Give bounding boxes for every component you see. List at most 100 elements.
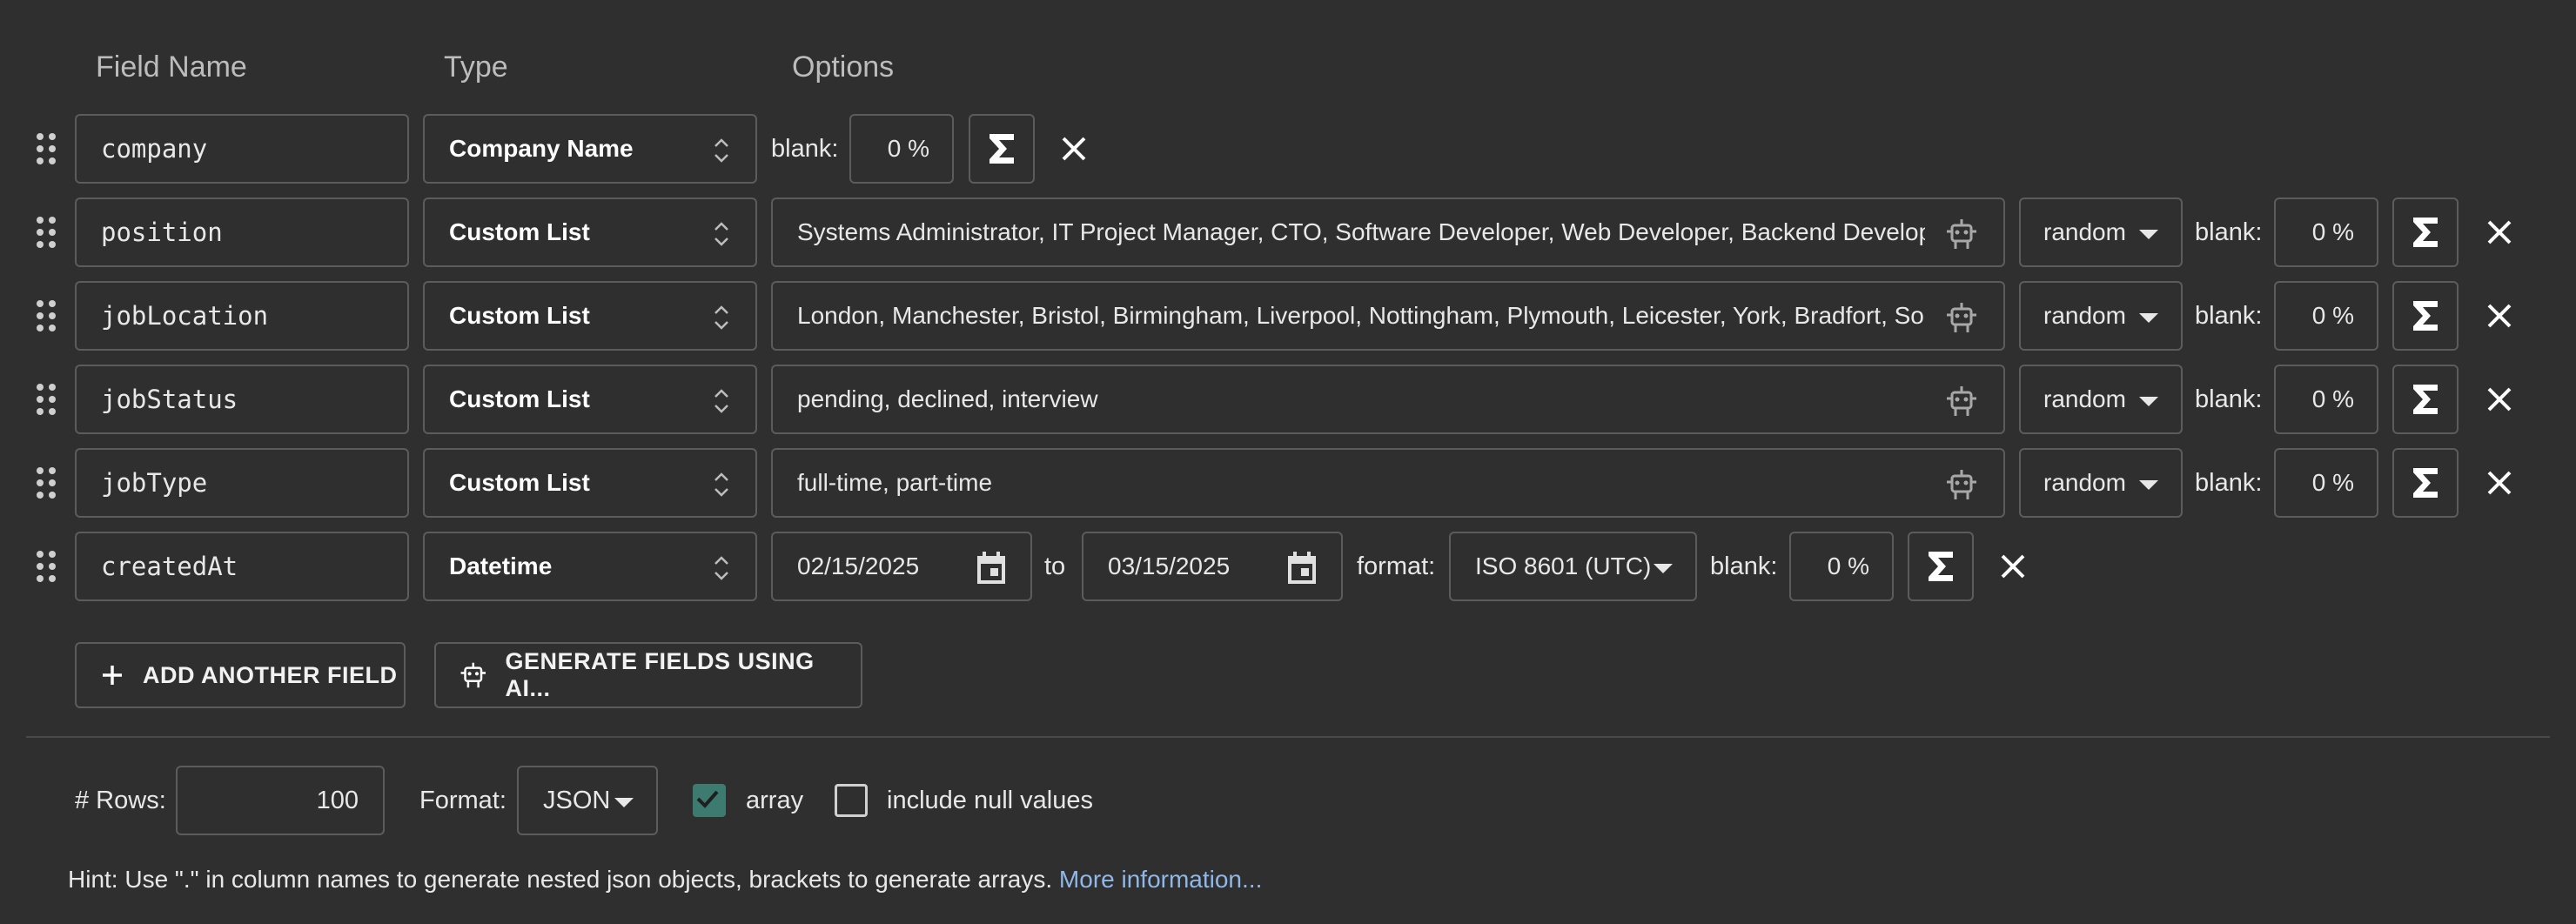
sigma-icon bbox=[2413, 468, 2438, 498]
up-down-arrows-icon bbox=[714, 389, 728, 413]
output-format-select[interactable]: JSON bbox=[517, 766, 658, 835]
blank-percent-input[interactable]: 0 % bbox=[2274, 365, 2378, 434]
field-type-select[interactable]: Company Name bbox=[423, 114, 757, 184]
date-format-value: ISO 8601 (UTC) bbox=[1475, 552, 1652, 579]
robot-icon[interactable] bbox=[1944, 467, 1979, 502]
field-type-select[interactable]: Custom List bbox=[423, 281, 757, 351]
drag-handle-icon[interactable] bbox=[33, 464, 59, 502]
calendar-icon[interactable] bbox=[975, 551, 1008, 586]
sigma-button[interactable] bbox=[2392, 365, 2459, 434]
order-select[interactable]: random bbox=[2019, 281, 2183, 351]
robot-icon[interactable] bbox=[1944, 300, 1979, 335]
sigma-button[interactable] bbox=[2392, 281, 2459, 351]
field-row: jobStatus Custom List pending, declined,… bbox=[0, 365, 2576, 434]
blank-percent-input[interactable]: 0 % bbox=[849, 114, 954, 184]
field-name-input[interactable]: jobType bbox=[75, 448, 409, 518]
field-name-input[interactable]: jobStatus bbox=[75, 365, 409, 434]
blank-percent-input[interactable]: 0 % bbox=[1789, 532, 1894, 601]
blank-label: blank: bbox=[2195, 218, 2263, 246]
field-type-select[interactable]: Datetime bbox=[423, 532, 757, 601]
array-checkbox[interactable] bbox=[693, 784, 726, 817]
up-down-arrows-icon bbox=[714, 472, 728, 497]
robot-icon[interactable] bbox=[1944, 217, 1979, 251]
caret-down-icon bbox=[2139, 313, 2158, 323]
field-row: jobLocation Custom List London, Manchest… bbox=[0, 281, 2576, 351]
start-date-value: 02/15/2025 bbox=[797, 552, 920, 579]
close-icon bbox=[2487, 471, 2512, 495]
blank-percent-input[interactable]: 0 % bbox=[2274, 448, 2378, 518]
rows-count-input[interactable]: 100 bbox=[176, 766, 385, 835]
date-format-select[interactable]: ISO 8601 (UTC) bbox=[1449, 532, 1697, 601]
order-value: random bbox=[2043, 218, 2126, 245]
field-name-input[interactable]: position bbox=[75, 198, 409, 267]
drag-handle-icon[interactable] bbox=[33, 297, 59, 335]
field-type-select[interactable]: Custom List bbox=[423, 448, 757, 518]
header-type: Type bbox=[444, 50, 508, 84]
sigma-button[interactable] bbox=[2392, 198, 2459, 267]
rows-label: # Rows: bbox=[75, 786, 166, 814]
format-label: Format: bbox=[419, 786, 506, 814]
field-name-input[interactable]: jobLocation bbox=[75, 281, 409, 351]
field-type-select[interactable]: Custom List bbox=[423, 198, 757, 267]
close-icon bbox=[1062, 137, 1086, 161]
remove-field-button[interactable] bbox=[1996, 549, 2030, 584]
drag-handle-icon[interactable] bbox=[33, 380, 59, 418]
robot-icon[interactable] bbox=[1944, 384, 1979, 418]
up-down-arrows-icon bbox=[714, 138, 728, 163]
drag-handle-icon[interactable] bbox=[33, 213, 59, 251]
remove-field-button[interactable] bbox=[2482, 298, 2517, 333]
field-type-label: Custom List bbox=[449, 469, 590, 496]
end-date-input[interactable]: 03/15/2025 bbox=[1082, 532, 1343, 601]
blank-percent-input[interactable]: 0 % bbox=[2274, 198, 2378, 267]
hint-text: Hint: Use "." in column names to generat… bbox=[68, 866, 1262, 894]
close-icon bbox=[2487, 304, 2512, 328]
start-date-input[interactable]: 02/15/2025 bbox=[771, 532, 1032, 601]
blank-percent-input[interactable]: 0 % bbox=[2274, 281, 2378, 351]
sigma-button[interactable] bbox=[1908, 532, 1974, 601]
field-row: company Company Name blank: 0 % bbox=[0, 114, 2576, 184]
custom-list-input[interactable]: full-time, part-time bbox=[771, 448, 2005, 518]
caret-down-icon bbox=[2139, 480, 2158, 490]
custom-list-text: full-time, part-time bbox=[797, 469, 993, 496]
to-label: to bbox=[1044, 552, 1066, 580]
drag-handle-icon[interactable] bbox=[33, 547, 59, 586]
sigma-button[interactable] bbox=[2392, 448, 2459, 518]
sigma-icon bbox=[1929, 552, 1953, 581]
blank-label: blank: bbox=[2195, 385, 2263, 413]
field-name-input[interactable]: createdAt bbox=[75, 532, 409, 601]
check-icon bbox=[696, 790, 719, 808]
custom-list-input[interactable]: London, Manchester, Bristol, Birmingham,… bbox=[771, 281, 2005, 351]
sigma-button[interactable] bbox=[969, 114, 1035, 184]
divider bbox=[26, 736, 2550, 738]
include-null-checkbox[interactable] bbox=[835, 784, 868, 817]
custom-list-input[interactable]: pending, declined, interview bbox=[771, 365, 2005, 434]
order-select[interactable]: random bbox=[2019, 198, 2183, 267]
field-type-label: Custom List bbox=[449, 385, 590, 412]
array-label: array bbox=[746, 786, 804, 814]
order-select[interactable]: random bbox=[2019, 365, 2183, 434]
sigma-icon bbox=[2413, 385, 2438, 414]
field-type-label: Custom List bbox=[449, 302, 590, 329]
remove-field-button[interactable] bbox=[1057, 131, 1091, 166]
format-label: format: bbox=[1357, 552, 1436, 580]
close-icon bbox=[2487, 220, 2512, 244]
calendar-icon[interactable] bbox=[1285, 551, 1318, 586]
order-select[interactable]: random bbox=[2019, 448, 2183, 518]
custom-list-input[interactable]: Systems Administrator, IT Project Manage… bbox=[771, 198, 2005, 267]
caret-down-icon bbox=[614, 798, 634, 807]
sigma-icon bbox=[2413, 218, 2438, 247]
generate-fields-ai-button[interactable]: GENERATE FIELDS USING AI... bbox=[434, 642, 862, 708]
close-icon bbox=[2001, 554, 2025, 579]
remove-field-button[interactable] bbox=[2482, 382, 2517, 417]
header-field-name: Field Name bbox=[96, 50, 247, 84]
caret-down-icon bbox=[2139, 397, 2158, 406]
drag-handle-icon[interactable] bbox=[33, 130, 59, 168]
remove-field-button[interactable] bbox=[2482, 465, 2517, 500]
more-information-link[interactable]: More information... bbox=[1059, 866, 1262, 893]
field-name-input[interactable]: company bbox=[75, 114, 409, 184]
remove-field-button[interactable] bbox=[2482, 215, 2517, 250]
custom-list-text: London, Manchester, Bristol, Birmingham,… bbox=[797, 302, 1925, 329]
field-type-select[interactable]: Custom List bbox=[423, 365, 757, 434]
field-row: createdAt Datetime 02/15/2025 to 03/15/2… bbox=[0, 532, 2576, 601]
add-another-field-button[interactable]: ADD ANOTHER FIELD bbox=[75, 642, 406, 708]
